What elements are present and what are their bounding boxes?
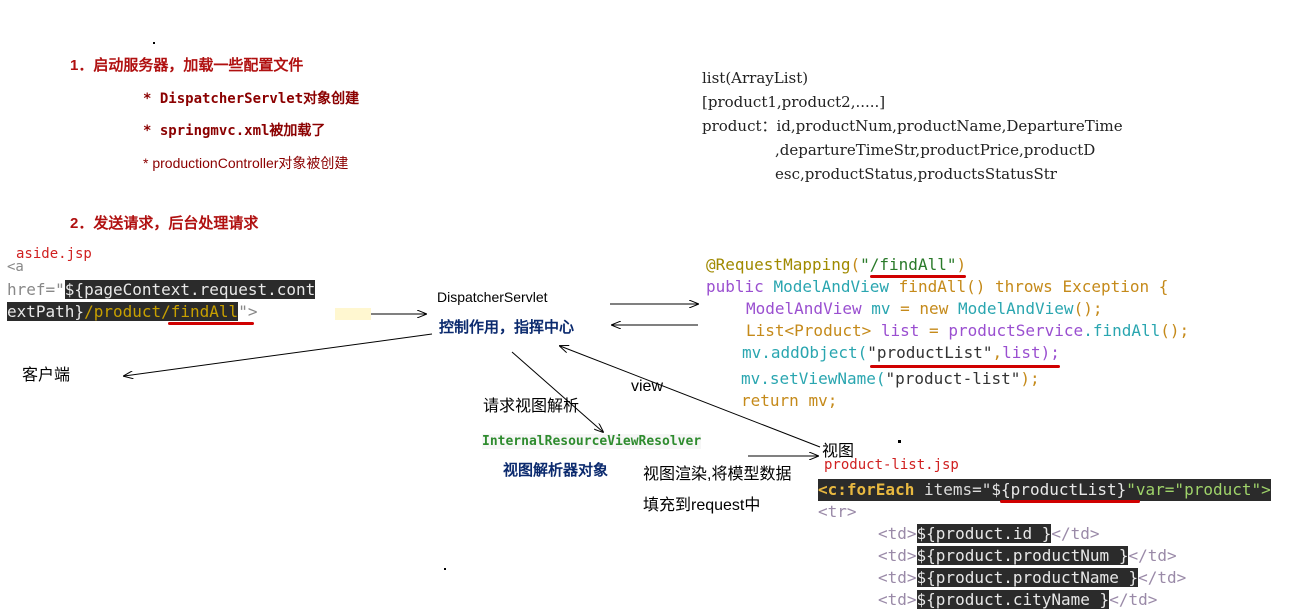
aside-href-attr: href=" [7,280,65,299]
aside-code: href="${pageContext.request.cont extPath… [7,279,316,323]
code-list-tail: (); [1160,321,1190,340]
render-desc-line1: 视图渲染,将模型数据 [643,466,792,483]
productlist-filename: product-list.jsp [824,457,959,473]
dispatcher-role: 控制作用，指挥中心 [439,319,575,336]
td-row: <td>${product.productName }</td> [878,568,1187,587]
foreach-items-attr: items=" [923,480,992,499]
render-desc-line2: 填充到request中 [643,497,761,514]
foreach-items-expr: ${productList} [991,480,1127,499]
model-info: list(ArrayList) [product1,product2,.....… [702,66,1123,186]
td-row: <td>${product.id }</td> [878,524,1100,543]
foreach-tag: <c:forEach [818,480,915,499]
resolve-request-label: 请求视图解析 [483,398,580,415]
code-mapping-path: "/findAll" [860,255,957,274]
code-list-var: list [880,321,920,340]
step1-title: 1．启动服务器，加载一些配置文件 [70,57,304,74]
code-annotation: @RequestMapping [706,255,851,274]
stray-dot [444,568,446,570]
code-ctor: ModelAndView [957,299,1074,318]
model-info-line1: list(ArrayList) [702,69,809,87]
view-return-label: view [631,378,664,395]
arrow-dispatcher-to-client [124,333,433,376]
code-paren-close: ) [956,255,967,274]
resolver-name: InternalResourceViewResolver [482,434,702,449]
stray-dot [153,42,155,44]
model-info-line3-fields: id,productNum,productName,DepartureTime [776,117,1123,135]
td-expr: ${product.cityName } [916,590,1110,609]
code-exception: Exception [1062,277,1150,296]
code-return-value: mv; [808,391,838,410]
model-info-line5: esc,productStatus,productsStatusStr [775,165,1057,183]
td-expr: ${product.id } [916,524,1052,543]
code-line-addobject: mv.addObject("productList",list); [706,342,1189,364]
aside-highlight [335,308,371,320]
step1-item-1: * DispatcherServlet对象创建 [143,91,360,107]
code-public: public [706,277,764,296]
aside-expr-1: ${pageContext.request.cont [64,280,316,299]
td-rows: <td>${product.id }</td> <td>${product.pr… [878,523,1186,611]
aside-expr-2: extPath} [7,302,85,321]
dispatcher-name: DispatcherServlet [437,289,548,305]
aside-path[interactable]: /product/findAll [84,302,239,321]
code-addobject: mv.addObject( [742,343,868,362]
code-new: new [919,299,949,318]
step2-title: 2．发送请求，后台处理请求 [70,215,259,232]
td-expr: ${product.productName } [916,568,1139,587]
code-return-type: ModelAndView [773,277,890,296]
model-info-line2: [product1,product2,.....] [702,93,886,111]
code-throws: throws [995,277,1053,296]
td-expr: ${product.productNum } [916,546,1129,565]
code-parens: () [966,277,986,296]
code-line-list: List<Product> list = productService.find… [706,320,1189,342]
code-addobject-tail: ); [1040,343,1060,362]
code-list-eq: = [929,321,939,340]
mapping-path-underline [870,275,966,278]
code-view-name: "product-list" [885,369,1021,388]
code-service: productService [948,321,1084,340]
productlist-expr-underline [1000,500,1140,503]
code-model-key: "productList" [867,343,993,362]
view-dot [898,440,901,443]
foreach-var-attr: "var="product"> [1126,480,1271,499]
code-return: return [741,391,799,410]
code-line-setviewname: mv.setViewName("product-list"); [706,368,1189,390]
td-row: <td>${product.productNum }</td> [878,546,1177,565]
code-line-new-mv: ModelAndView mv = new ModelAndView(); [706,298,1189,320]
model-info-line4: ,departureTimeStr,productPrice,productD [775,141,1096,159]
step1-item-3: * productionController对象被创建 [143,155,349,171]
code-method-name: findAll [898,277,967,296]
tr-tag: <tr> [818,502,857,521]
code-line-return: return mv; [706,390,1189,412]
model-info-label: product： [702,117,777,135]
code-mv-eq: = [900,299,910,318]
code-line-signature: public ModelAndView findAll() throws Exc… [706,276,1189,298]
code-setviewname: mv.setViewName( [741,369,886,388]
code-list-type: List<Product> [746,321,872,340]
code-line-mapping: @RequestMapping("/findAll") [706,254,1189,276]
aside-anchor-open: <a [7,259,24,275]
code-mv-tail: (); [1073,299,1103,318]
step1-item-2: * springmvc.xml被加载了 [143,123,326,139]
aside-anchor-close: "> [238,302,258,321]
code-setview-tail: ); [1020,369,1040,388]
aside-filename: aside.jsp [16,246,92,262]
code-mv-type: ModelAndView [746,299,862,318]
aside-path-underline [168,322,254,325]
code-model-value: list [1002,343,1041,362]
resolver-desc: 视图解析器对象 [503,462,609,479]
addobject-underline [870,365,1060,368]
code-brace: { [1158,277,1169,296]
client-label: 客户端 [22,367,71,384]
code-comma: , [992,343,1003,362]
model-info-line3: product：id,productNum,productName,Depart… [702,114,1123,138]
code-findall-call: .findAll [1083,321,1161,340]
code-mv-var: mv [871,299,891,318]
code-paren-open: ( [850,255,861,274]
